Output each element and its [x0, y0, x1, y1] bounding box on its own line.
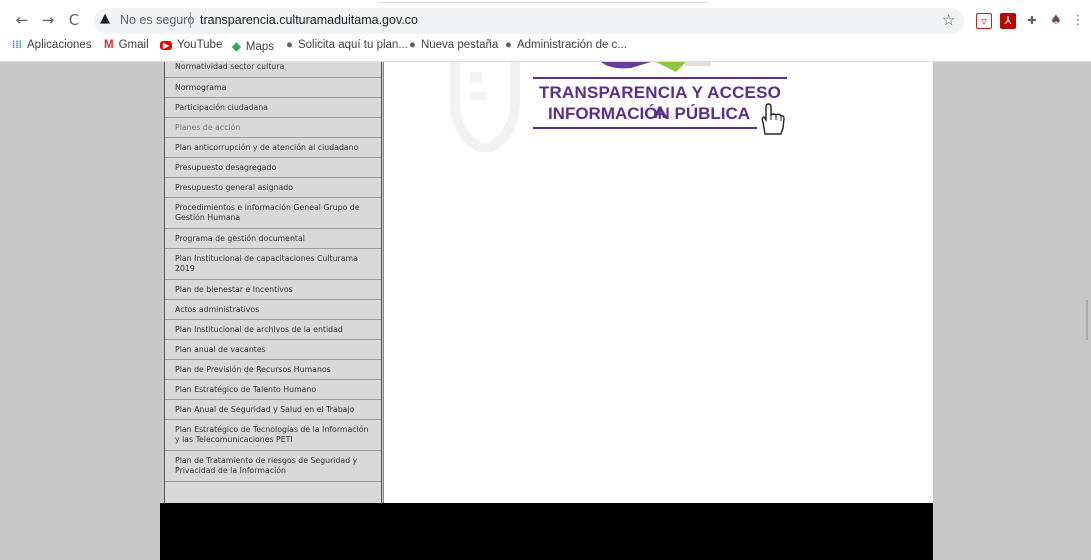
scrollbar-thumb[interactable] [1086, 300, 1088, 340]
sidebar-item-normograma[interactable]: Normograma [165, 78, 381, 98]
globe-icon: ● [409, 39, 416, 51]
sidebar-item-talento-humano[interactable]: Plan Estratégico de Talento Humano [165, 380, 381, 400]
transparency-sidebar-menu: Normatividad sector cultura Normograma P… [164, 62, 382, 503]
profile-icon[interactable]: ♠ [1048, 13, 1064, 29]
bookmark-youtube[interactable]: ▶ YouTube [160, 39, 222, 51]
bookmark-label: Gmail [118, 39, 149, 51]
bookmark-label: Nueva pestaña [420, 39, 499, 51]
bookmark-administracion[interactable]: ● Administración de c... [505, 39, 627, 51]
sidebar-item-anticorrupcion[interactable]: Plan anticorrupción y de atención al ciu… [165, 138, 381, 158]
sidebar-item-participacion[interactable]: Participación ciudadana [165, 98, 381, 118]
back-icon[interactable]: ← [12, 10, 32, 30]
forward-icon[interactable]: → [38, 10, 58, 30]
browser-toolbar: ← → C ▲ No es seguro transparencia.cultu… [0, 0, 1091, 62]
banner-top-rule [533, 77, 787, 79]
bookmark-label: Solicita aquí tu plan... [297, 39, 408, 51]
sidebar-item-capacitaciones[interactable]: Plan Institucional de capacitaciones Cul… [165, 249, 381, 280]
page-footer [160, 503, 933, 560]
sidebar-item-vacantes[interactable]: Plan anual de vacantes [165, 340, 381, 360]
apps-icon: ⁞⁞⁞ [12, 40, 22, 51]
star-icon[interactable]: ☆ [942, 11, 955, 29]
banner-bottom-rule [533, 127, 757, 129]
banner-logo-fragment [601, 62, 711, 72]
reload-icon[interactable]: C [64, 10, 84, 30]
bookmark-label: Administración de c... [516, 39, 627, 51]
bookmark-gmail[interactable]: M Gmail [104, 39, 149, 51]
extension-icon[interactable]: ✚ [1024, 13, 1040, 29]
omnibox-separator [190, 12, 191, 28]
tab-strip-edge [378, 0, 708, 3]
sidebar-item-gestion-humana[interactable]: Procedimientos e información Geneal Grup… [165, 198, 381, 229]
bookmark-nueva-pestana[interactable]: ● Nueva pestaña [409, 39, 498, 51]
address-bar[interactable]: ▲ No es seguro transparencia.culturamadu… [94, 8, 964, 34]
page-container: Normatividad sector cultura Normograma P… [160, 62, 933, 560]
sidebar-item-riesgos-seguridad[interactable]: Plan de Tratamiento de riesgos de Seguri… [165, 451, 381, 482]
menu-icon[interactable]: ⋮ [1070, 13, 1086, 29]
sidebar-item-gestion-documental[interactable]: Programa de gestión documental [165, 229, 381, 249]
sidebar-item-peti[interactable]: Plan Estratégico de Tecnologías de la In… [165, 420, 381, 451]
bookmark-maps[interactable]: ◆ Maps [232, 39, 274, 53]
page-background-left [8, 62, 160, 560]
pdf-extension-icon[interactable]: ⅄ [1000, 13, 1016, 29]
banner-title-line2: INFORMACIÓN PÚBLICA [547, 104, 751, 123]
bookmark-solicita[interactable]: ● Solicita aquí tu plan... [286, 39, 408, 51]
navigation-row: ← → C ▲ No es seguro transparencia.cultu… [0, 8, 1091, 34]
crest-watermark [450, 62, 520, 152]
sidebar-item-presupuesto-desagregado[interactable]: Presupuesto desagregado [165, 158, 381, 178]
sidebar-item-planes-accion[interactable]: Planes de acción [165, 118, 381, 138]
sidebar-item-normatividad[interactable]: Normatividad sector cultura [165, 62, 381, 78]
pointing-hand-icon [761, 103, 785, 135]
security-label[interactable]: No es seguro [120, 13, 194, 27]
sidebar-item-prevision-rrhh[interactable]: Plan de Previsión de Recursos Humanos [165, 360, 381, 380]
globe-icon: ● [286, 39, 293, 51]
sidebar-item-bienestar[interactable]: Plan de bienestar e Incentivos [165, 280, 381, 300]
main-content: TRANSPARENCIA Y ACCESO A INFORMACIÓN PÚB… [383, 62, 933, 505]
sidebar-item-seguridad-salud[interactable]: Plan Anual de Seguridad y Salud en el Tr… [165, 400, 381, 420]
bookmarks-bar: ⁞⁞⁞ Aplicaciones M Gmail ▶ YouTube ◆ Maps ● S… [0, 36, 1091, 58]
warning-icon[interactable]: ▲ [100, 11, 110, 26]
pocket-extension-icon[interactable]: ▿ [976, 13, 992, 29]
url-text[interactable]: transparencia.culturamaduitama.gov.co [200, 13, 418, 27]
youtube-icon: ▶ [160, 41, 173, 50]
page-viewport: Normatividad sector cultura Normograma P… [0, 62, 1091, 560]
bookmark-label: Aplicaciones [27, 39, 92, 51]
bookmark-label: Maps [245, 41, 274, 53]
bookmark-label: YouTube [177, 39, 223, 51]
transparency-banner[interactable]: TRANSPARENCIA Y ACCESO A INFORMACIÓN PÚB… [531, 62, 789, 144]
sidebar-item-archivos[interactable]: Plan Institucional de archivos de la ent… [165, 320, 381, 340]
sidebar-item-actos-administrativos[interactable]: Actos administrativos [165, 300, 381, 320]
bookmark-apps[interactable]: ⁞⁞⁞ Aplicaciones [12, 39, 92, 51]
globe-icon: ● [505, 39, 512, 51]
gmail-icon: M [104, 39, 114, 51]
sidebar-item-presupuesto-general[interactable]: Presupuesto general asignado [165, 178, 381, 198]
maps-icon: ◆ [232, 41, 241, 53]
